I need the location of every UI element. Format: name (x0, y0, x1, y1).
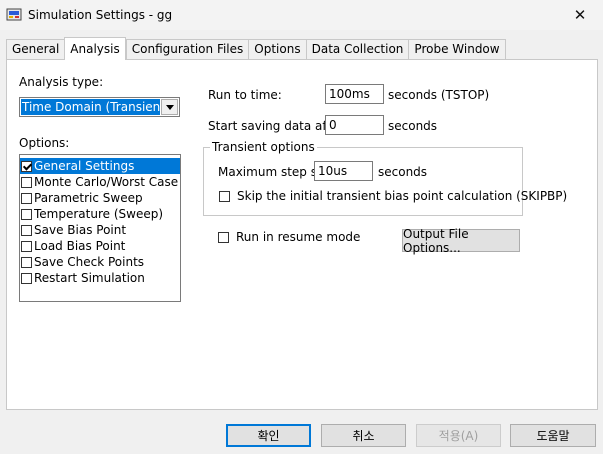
option-monte-carlo[interactable]: Monte Carlo/Worst Case (20, 174, 180, 190)
close-button[interactable]: ✕ (557, 0, 603, 30)
option-temperature-sweep[interactable]: Temperature (Sweep) (20, 206, 180, 222)
skip-bias-checkbox-row[interactable]: Skip the initial transient bias point ca… (219, 189, 567, 203)
checkbox[interactable] (21, 192, 32, 204)
max-step-input[interactable]: 10us (314, 161, 373, 181)
resume-mode-checkbox[interactable] (218, 231, 229, 243)
skip-bias-label: Skip the initial transient bias point ca… (237, 189, 568, 203)
option-label: Parametric Sweep (34, 191, 143, 205)
apply-button: 적용(A) (416, 424, 501, 447)
close-icon: ✕ (573, 7, 587, 24)
checkbox[interactable] (21, 160, 32, 172)
dropdown-arrow-button[interactable] (161, 99, 178, 115)
option-label: Save Bias Point (34, 223, 127, 237)
tab-general[interactable]: General (6, 39, 65, 60)
run-to-time-input[interactable]: 100ms (325, 84, 384, 104)
skip-bias-checkbox[interactable] (219, 190, 230, 202)
option-save-bias-point[interactable]: Save Bias Point (20, 222, 180, 238)
option-label: Load Bias Point (34, 239, 126, 253)
option-save-check-points[interactable]: Save Check Points (20, 254, 180, 270)
tab-options[interactable]: Options (248, 39, 306, 60)
option-label: General Settings (34, 159, 135, 173)
help-button[interactable]: 도움말 (510, 424, 596, 447)
run-to-time-units: seconds (TSTOP) (388, 88, 490, 102)
checkbox[interactable] (21, 224, 32, 236)
option-label: Restart Simulation (34, 271, 145, 285)
analysis-panel: Analysis type: Time Domain (Transient) O… (6, 59, 598, 410)
transient-options-group: Transient options Maximum step size: 10u… (203, 140, 567, 216)
tab-configuration-files[interactable]: Configuration Files (125, 39, 249, 60)
options-list[interactable]: General Settings Monte Carlo/Worst Case … (19, 154, 181, 302)
checkbox[interactable] (21, 240, 32, 252)
options-label: Options: (19, 136, 70, 150)
checkbox[interactable] (21, 176, 32, 188)
resume-mode-checkbox-row[interactable]: Run in resume mode (218, 230, 360, 244)
tab-data-collection[interactable]: Data Collection (305, 39, 409, 60)
cancel-button[interactable]: 취소 (321, 424, 406, 447)
option-general-settings[interactable]: General Settings (20, 158, 180, 174)
chevron-down-icon (165, 104, 174, 110)
option-label: Monte Carlo/Worst Case (34, 175, 179, 189)
analysis-type-dropdown[interactable]: Time Domain (Transient) (19, 97, 180, 117)
window-title: Simulation Settings - gg (28, 8, 173, 22)
title-bar: Simulation Settings - gg ✕ (0, 0, 603, 30)
tab-strip: General Analysis Configuration Files Opt… (6, 37, 506, 60)
app-icon (6, 8, 22, 21)
checkbox[interactable] (21, 256, 32, 268)
tab-probe-window[interactable]: Probe Window (408, 39, 506, 60)
tab-analysis[interactable]: Analysis (64, 37, 126, 60)
option-label: Temperature (Sweep) (34, 207, 164, 221)
option-label: Save Check Points (34, 255, 145, 269)
start-saving-input[interactable]: 0 (325, 115, 384, 135)
checkbox[interactable] (21, 208, 32, 220)
analysis-type-label: Analysis type: (19, 75, 104, 89)
run-to-time-label: Run to time: (208, 88, 282, 102)
checkbox[interactable] (21, 272, 32, 284)
option-restart-simulation[interactable]: Restart Simulation (20, 270, 180, 286)
option-load-bias-point[interactable]: Load Bias Point (20, 238, 180, 254)
analysis-type-value: Time Domain (Transient) (21, 99, 160, 115)
option-parametric-sweep[interactable]: Parametric Sweep (20, 190, 180, 206)
ok-button[interactable]: 확인 (226, 424, 311, 447)
max-step-units: seconds (378, 165, 428, 179)
output-file-options-button[interactable]: Output File Options... (402, 227, 520, 255)
start-saving-units: seconds (388, 119, 438, 133)
resume-mode-label: Run in resume mode (236, 230, 361, 244)
transient-options-title: Transient options (210, 140, 317, 154)
